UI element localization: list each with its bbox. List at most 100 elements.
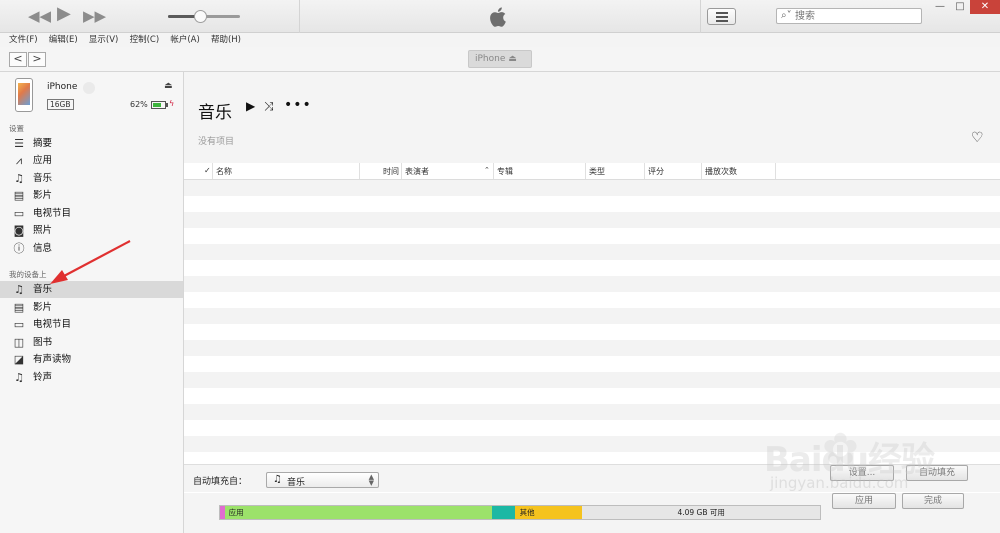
select-arrows-icon: ▲ ▼ <box>368 473 374 487</box>
device-tab-eject-icon: ⏏ <box>508 54 517 64</box>
search-field[interactable]: ⌕˅ <box>776 8 922 24</box>
sidebar-item-music[interactable]: ♫ 音乐 <box>0 170 183 187</box>
table-row <box>184 212 1000 228</box>
column-divider <box>644 163 645 179</box>
sync-status-icon <box>83 82 95 94</box>
menu-file[interactable]: 文件(F) <box>0 33 42 47</box>
search-icon: ⌕˅ <box>781 10 792 21</box>
sidebar-item-device-audiobooks[interactable]: ◪ 有声读物 <box>0 351 183 368</box>
column-divider <box>212 163 213 179</box>
table-header: ✓ 名称 时间 表演者 ⌃ 专辑 类型 评分 播放次数 <box>184 163 1000 180</box>
table-row <box>184 340 1000 356</box>
tv-icon: ▭ <box>13 207 25 220</box>
apps-icon: ⩘ <box>15 154 23 167</box>
table-row <box>184 356 1000 372</box>
on-device-section-title: 我的设备上 <box>9 270 47 279</box>
column-divider <box>401 163 402 179</box>
settings-section-title: 设置 <box>9 124 24 133</box>
camera-icon: ◙ <box>13 224 25 237</box>
table-row <box>184 196 1000 212</box>
close-button[interactable]: ✕ <box>970 0 1000 14</box>
sidebar-item-apps[interactable]: ⩘ 应用 <box>0 152 183 169</box>
menu-controls[interactable]: 控制(C) <box>126 33 164 47</box>
player-controls: ◀◀ ▶ ▶▶ <box>0 0 300 33</box>
free-space-label: 4.09 GB 可用 <box>677 508 725 517</box>
play-icon[interactable]: ▶ <box>57 5 71 23</box>
more-options-icon[interactable]: ••• <box>284 97 312 113</box>
audiobook-icon: ◪ <box>13 353 25 366</box>
sidebar-item-device-music[interactable]: ♫ 音乐 <box>0 281 183 298</box>
sidebar-item-label: 音乐 <box>33 284 53 295</box>
menu-edit[interactable]: 编辑(E) <box>45 33 82 47</box>
capacity-segment: 应用 <box>223 506 493 519</box>
apply-button[interactable]: 应用 <box>832 493 896 509</box>
column-artist[interactable]: 表演者 <box>405 166 429 177</box>
forward-button[interactable]: > <box>28 52 46 67</box>
autofill-label: 自动填充自： <box>193 477 248 487</box>
column-divider <box>359 163 360 179</box>
sidebar-item-photos[interactable]: ◙ 照片 <box>0 222 183 239</box>
sidebar-item-device-movies[interactable]: ▤ 影片 <box>0 299 183 316</box>
sidebar-item-info[interactable]: ⓘ 信息 <box>0 240 183 257</box>
shuffle-icon[interactable]: ⤨ <box>264 99 274 114</box>
column-divider <box>775 163 776 179</box>
music-icon: ♫ <box>14 172 24 185</box>
page-title: 音乐 <box>198 103 232 123</box>
sidebar-item-label: 应用 <box>33 155 53 166</box>
capacity-area: 其他 应用 4.09 GB 可用 应用 完成 <box>184 493 1000 533</box>
column-album[interactable]: 专辑 <box>497 166 513 177</box>
volume-knob[interactable] <box>194 10 208 23</box>
film-icon: ▤ <box>13 301 25 314</box>
sidebar-item-label: 铃声 <box>33 372 53 383</box>
capacity-segment: 其他 <box>514 506 583 519</box>
sidebar-item-label: 有声读物 <box>33 354 72 365</box>
watermark-url: jingyan.baidu.com <box>770 474 909 492</box>
content-header: 音乐 ▶ ⤨ ••• 没有项目 ♡ <box>184 72 1000 163</box>
sidebar-item-summary[interactable]: ☰ 摘要 <box>0 135 183 152</box>
column-rating[interactable]: 评分 <box>648 166 664 177</box>
back-button[interactable]: < <box>9 52 27 67</box>
menu-view[interactable]: 显示(V) <box>85 33 122 47</box>
column-genre[interactable]: 类型 <box>589 166 605 177</box>
table-row <box>184 244 1000 260</box>
sidebar-item-device-books[interactable]: ◫ 图书 <box>0 334 183 351</box>
battery-icon <box>151 101 166 109</box>
maximize-button[interactable]: □ <box>950 0 970 14</box>
summary-icon: ☰ <box>14 137 24 150</box>
title-bar: ◀◀ ▶ ▶▶ ⌕˅ — □ ✕ <box>0 0 1000 33</box>
up-next-list-button[interactable] <box>707 8 736 25</box>
battery-tip <box>166 103 168 107</box>
column-check[interactable]: ✓ <box>204 166 211 175</box>
device-tab[interactable]: iPhone ⏏ <box>468 50 532 68</box>
table-row <box>184 404 1000 420</box>
table-row <box>184 180 1000 196</box>
sidebar-item-label: 影片 <box>33 190 53 201</box>
menu-account[interactable]: 帐户(A) <box>166 33 203 47</box>
table-row <box>184 308 1000 324</box>
eject-icon[interactable]: ⏏ <box>164 81 173 91</box>
menu-help[interactable]: 帮助(H) <box>207 33 245 47</box>
column-time[interactable]: 时间 <box>383 166 399 177</box>
minimize-button[interactable]: — <box>930 0 950 14</box>
play-all-icon[interactable]: ▶ <box>246 99 255 113</box>
autofill-source-select[interactable]: ♫ 音乐 ▲ ▼ <box>266 472 379 488</box>
sidebar-item-label: 摘要 <box>33 138 53 149</box>
sidebar-item-movies[interactable]: ▤ 影片 <box>0 187 183 204</box>
rewind-icon[interactable]: ◀◀ <box>28 8 51 24</box>
search-input[interactable] <box>795 9 919 23</box>
sidebar-item-device-tv-shows[interactable]: ▭ 电视节目 <box>0 316 183 333</box>
table-row <box>184 292 1000 308</box>
sort-ascending-icon: ⌃ <box>484 166 490 174</box>
film-icon: ▤ <box>13 189 25 202</box>
heart-icon[interactable]: ♡ <box>971 130 984 146</box>
sidebar-item-tv-shows[interactable]: ▭ 电视节目 <box>0 205 183 222</box>
battery-fill <box>153 103 162 107</box>
table-row <box>184 228 1000 244</box>
table-row <box>184 276 1000 292</box>
fast-forward-icon[interactable]: ▶▶ <box>83 8 106 24</box>
column-plays[interactable]: 播放次数 <box>705 166 737 177</box>
sidebar-item-label: 照片 <box>33 225 53 236</box>
sidebar-item-device-tones[interactable]: ♫ 铃声 <box>0 369 183 386</box>
done-button[interactable]: 完成 <box>902 493 964 509</box>
column-name[interactable]: 名称 <box>216 166 232 177</box>
